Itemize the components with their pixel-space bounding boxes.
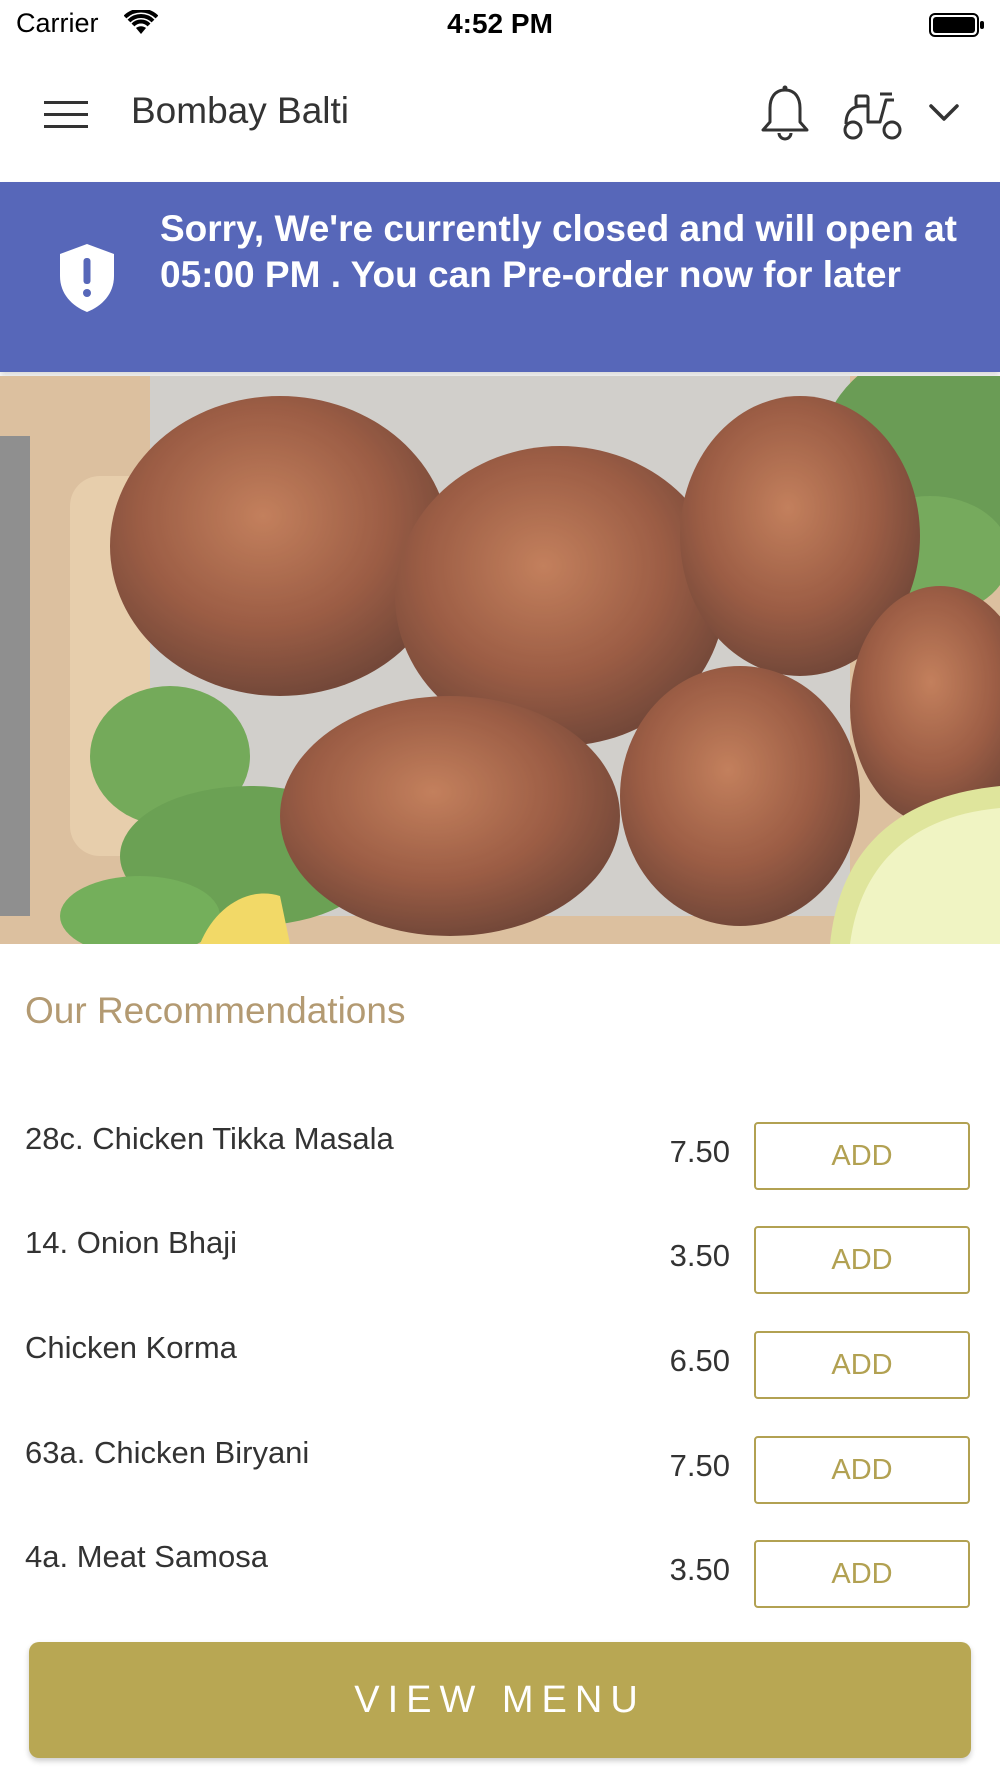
item-name: 14. Onion Bhaji: [25, 1225, 237, 1260]
chevron-down-icon[interactable]: [928, 100, 960, 124]
list-item: 14. Onion Bhaji 3.50 ADD: [0, 1214, 1000, 1318]
add-button[interactable]: ADD: [754, 1122, 970, 1190]
list-item: 28c. Chicken Tikka Masala 7.50 ADD: [0, 1110, 1000, 1214]
item-name: 63a. Chicken Biryani: [25, 1435, 310, 1470]
add-button[interactable]: ADD: [754, 1331, 970, 1399]
app-header: Bombay Balti: [0, 48, 1000, 182]
recommendations-title: Our Recommendations: [25, 990, 406, 1031]
status-bar: Carrier 4:52 PM: [0, 0, 1000, 49]
menu-icon[interactable]: [44, 100, 88, 130]
closed-notice-banner: Sorry, We're currently closed and will o…: [0, 182, 1000, 372]
battery-icon: [929, 13, 984, 37]
item-name: 28c. Chicken Tikka Masala: [25, 1121, 394, 1156]
add-button[interactable]: ADD: [754, 1436, 970, 1504]
item-price: 7.50: [669, 1448, 730, 1483]
add-button[interactable]: ADD: [754, 1540, 970, 1608]
item-name: 4a. Meat Samosa: [25, 1539, 268, 1574]
hero-overlay: [0, 376, 1000, 944]
list-item: 63a. Chicken Biryani 7.50 ADD: [0, 1424, 1000, 1528]
list-item: 4a. Meat Samosa 3.50 ADD: [0, 1528, 1000, 1632]
status-time: 4:52 PM: [447, 8, 553, 39]
item-price: 3.50: [669, 1238, 730, 1273]
item-price: 3.50: [669, 1552, 730, 1587]
add-button[interactable]: ADD: [754, 1226, 970, 1294]
notice-message: Sorry, We're currently closed and will o…: [160, 208, 957, 295]
app-title: Bombay Balti: [131, 90, 349, 131]
item-name: Chicken Korma: [25, 1330, 237, 1365]
shield-alert-icon: [60, 244, 114, 312]
hero-food-image: [0, 376, 1000, 944]
view-menu-button[interactable]: VIEW MENU: [29, 1642, 971, 1758]
list-item: Chicken Korma 6.50 ADD: [0, 1319, 1000, 1423]
scooter-icon[interactable]: [842, 88, 904, 142]
bell-icon[interactable]: [758, 84, 812, 142]
item-price: 6.50: [669, 1343, 730, 1378]
item-price: 7.50: [669, 1134, 730, 1169]
